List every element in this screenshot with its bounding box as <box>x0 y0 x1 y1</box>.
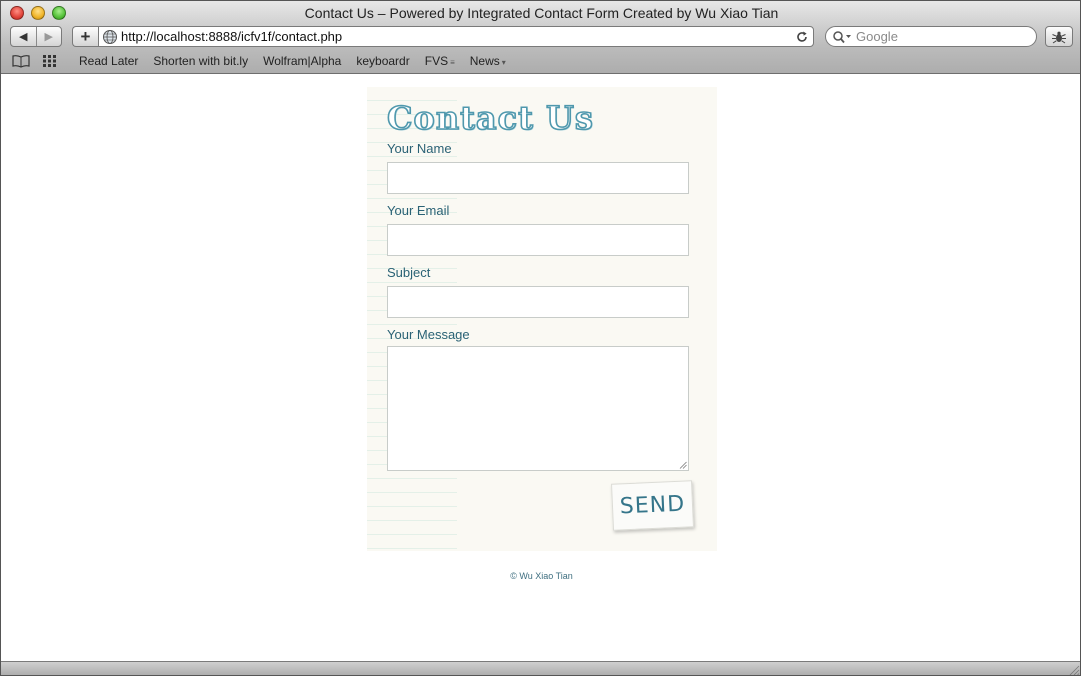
bookmarks-bar: Read Later Shorten with bit.ly Wolfram|A… <box>1 50 1080 72</box>
reload-icon[interactable] <box>795 30 809 44</box>
window-title: Contact Us – Powered by Integrated Conta… <box>304 5 779 21</box>
subject-label: Subject <box>387 265 431 280</box>
resize-handle-icon[interactable] <box>679 461 687 469</box>
add-bookmark-button[interactable]: + <box>72 26 98 47</box>
toolbar: ◀ ▶ + http://localhost:8888/icfv1f/conta… <box>1 25 1080 50</box>
name-label: Your Name <box>387 141 452 156</box>
address-bar[interactable]: http://localhost:8888/icfv1f/contact.php <box>98 26 814 47</box>
folder-menu-icon: ≡ <box>450 58 455 67</box>
chevron-down-icon: ▾ <box>501 58 506 67</box>
search-placeholder: Google <box>856 29 898 44</box>
send-button[interactable]: SEND <box>611 480 694 531</box>
message-textarea[interactable] <box>387 346 689 471</box>
bug-report-button[interactable] <box>1045 26 1073 47</box>
name-input[interactable] <box>387 162 689 194</box>
search-icon <box>833 30 851 43</box>
bookmark-folder-news[interactable]: News ▾ <box>470 54 506 68</box>
contact-form-card: Contact Us Your Name Your Email Subject … <box>367 87 717 551</box>
back-button[interactable]: ◀ <box>11 27 36 46</box>
book-icon[interactable] <box>12 54 30 68</box>
bookmark-read-later[interactable]: Read Later <box>79 54 138 68</box>
page-title: Contact Us <box>386 98 594 138</box>
subject-input[interactable] <box>387 286 689 318</box>
bookmark-keyboardr[interactable]: keyboardr <box>356 54 409 68</box>
grid-icon[interactable] <box>41 54 59 68</box>
url-text[interactable]: http://localhost:8888/icfv1f/contact.php <box>121 29 795 44</box>
globe-icon <box>103 29 117 44</box>
window-resize-icon[interactable] <box>1068 664 1080 676</box>
browser-chrome: Contact Us – Powered by Integrated Conta… <box>1 1 1080 74</box>
bookmark-folder-fvs[interactable]: FVS ≡ <box>425 54 455 68</box>
bookmark-folder-label: News <box>469 54 500 68</box>
bookmark-shorten-bitly[interactable]: Shorten with bit.ly <box>153 54 248 68</box>
title-bar: Contact Us – Powered by Integrated Conta… <box>1 1 1080 25</box>
page-content: Contact Us Your Name Your Email Subject … <box>2 75 1080 661</box>
email-input[interactable] <box>387 224 689 256</box>
email-label: Your Email <box>387 203 450 218</box>
search-field[interactable]: Google <box>825 26 1037 47</box>
bookmark-wolfram-alpha[interactable]: Wolfram|Alpha <box>263 54 341 68</box>
message-label: Your Message <box>387 327 470 342</box>
forward-button[interactable]: ▶ <box>35 27 62 46</box>
navigation-buttons: ◀ ▶ <box>10 26 62 47</box>
status-bar <box>1 661 1080 676</box>
footer-copyright: © Wu Xiao Tian <box>510 571 573 581</box>
bookmark-folder-label: FVS <box>424 54 449 68</box>
bug-icon <box>1052 31 1066 43</box>
browser-window: Contact Us – Powered by Integrated Conta… <box>0 0 1081 676</box>
